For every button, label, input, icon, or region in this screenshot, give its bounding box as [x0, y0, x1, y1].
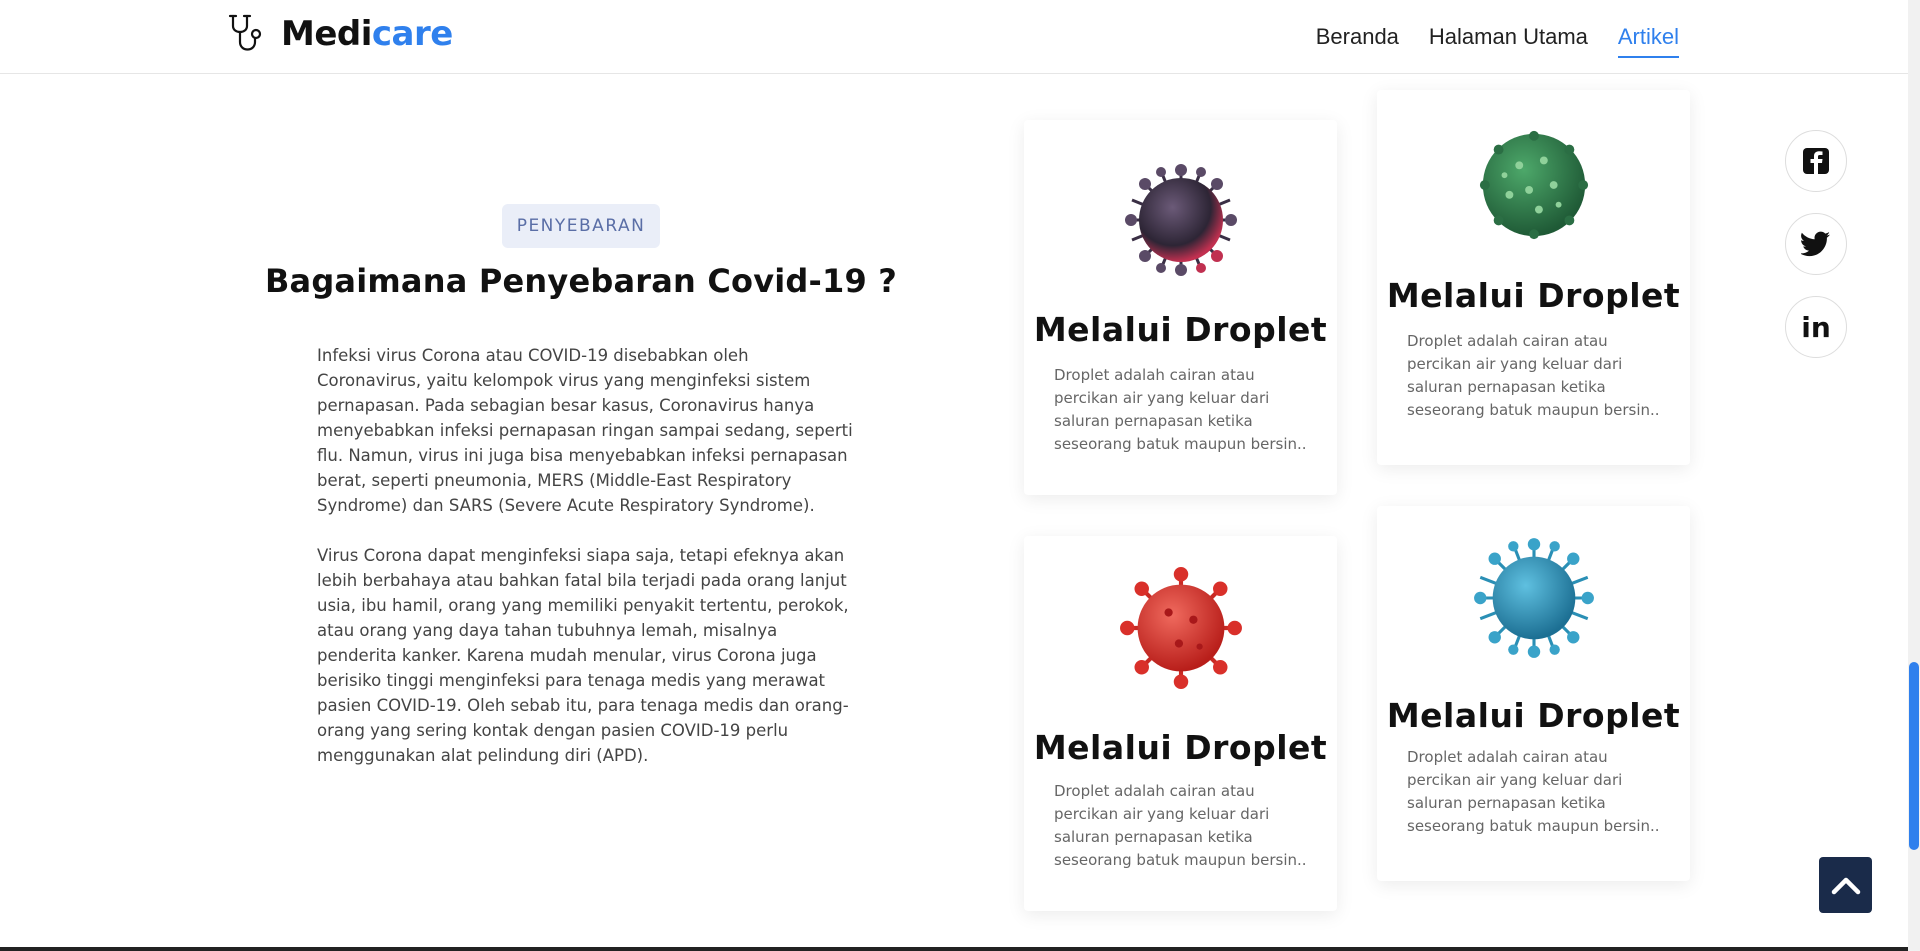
article-body: Infeksi virus Corona atau COVID-19 diseb…: [317, 343, 857, 793]
virus-green-icon: [1479, 130, 1588, 240]
twitter-button[interactable]: [1785, 213, 1847, 275]
brand-name: Medicare: [281, 14, 453, 54]
transmission-card[interactable]: Melalui Droplet Droplet adalah cairan at…: [1024, 536, 1337, 911]
main-nav: Beranda Halaman Utama Artikel: [1316, 0, 1679, 74]
page-scrollbar[interactable]: [1908, 0, 1920, 951]
footer-edge: [0, 947, 1908, 951]
chevron-up-icon: [1831, 877, 1860, 895]
transmission-card[interactable]: Melalui Droplet Droplet adalah cairan at…: [1024, 120, 1337, 495]
article-title: Bagaimana Penyebaran Covid-19 ?: [264, 262, 898, 300]
scrollbar-thumb[interactable]: [1909, 662, 1919, 850]
nav-item-artikel[interactable]: Artikel: [1617, 16, 1679, 58]
card-description: Droplet adalah cairan atau percikan air …: [1407, 332, 1660, 419]
nav-item-beranda[interactable]: Beranda: [1316, 16, 1399, 58]
twitter-icon: [1801, 231, 1830, 257]
virus-dark-purple-icon: [1124, 164, 1237, 276]
transmission-card[interactable]: Melalui Droplet Droplet adalah cairan at…: [1377, 506, 1690, 881]
card-title: Melalui Droplet: [1386, 696, 1681, 735]
brand-name-part1: Medi: [281, 14, 372, 54]
virus-blue-icon: [1473, 538, 1594, 658]
brand-logo[interactable]: Medicare: [225, 12, 453, 56]
card-title: Melalui Droplet: [1033, 728, 1328, 767]
card-title: Melalui Droplet: [1033, 310, 1328, 349]
nav-item-halaman-utama[interactable]: Halaman Utama: [1429, 16, 1588, 58]
back-to-top-button[interactable]: [1819, 857, 1872, 913]
facebook-button[interactable]: [1785, 130, 1847, 192]
site-header: Medicare Beranda Halaman Utama Artikel: [0, 0, 1908, 74]
card-description: Droplet adalah cairan atau percikan air …: [1054, 366, 1307, 453]
virus-red-icon: [1119, 567, 1242, 689]
article-paragraph: Virus Corona dapat menginfeksi siapa saj…: [317, 546, 849, 765]
card-title: Melalui Droplet: [1386, 276, 1681, 315]
card-description: Droplet adalah cairan atau percikan air …: [1054, 782, 1307, 869]
facebook-icon: [1803, 148, 1829, 174]
transmission-card[interactable]: Melalui Droplet Droplet adalah cairan at…: [1377, 90, 1690, 465]
stethoscope-icon: [228, 14, 262, 51]
linkedin-icon: in: [1801, 310, 1831, 344]
article-paragraph: Infeksi virus Corona atau COVID-19 diseb…: [317, 346, 853, 515]
card-description: Droplet adalah cairan atau percikan air …: [1407, 748, 1660, 835]
linkedin-button[interactable]: in: [1785, 296, 1847, 358]
category-badge: PENYEBARAN: [502, 204, 660, 248]
brand-name-part2: care: [371, 14, 453, 54]
